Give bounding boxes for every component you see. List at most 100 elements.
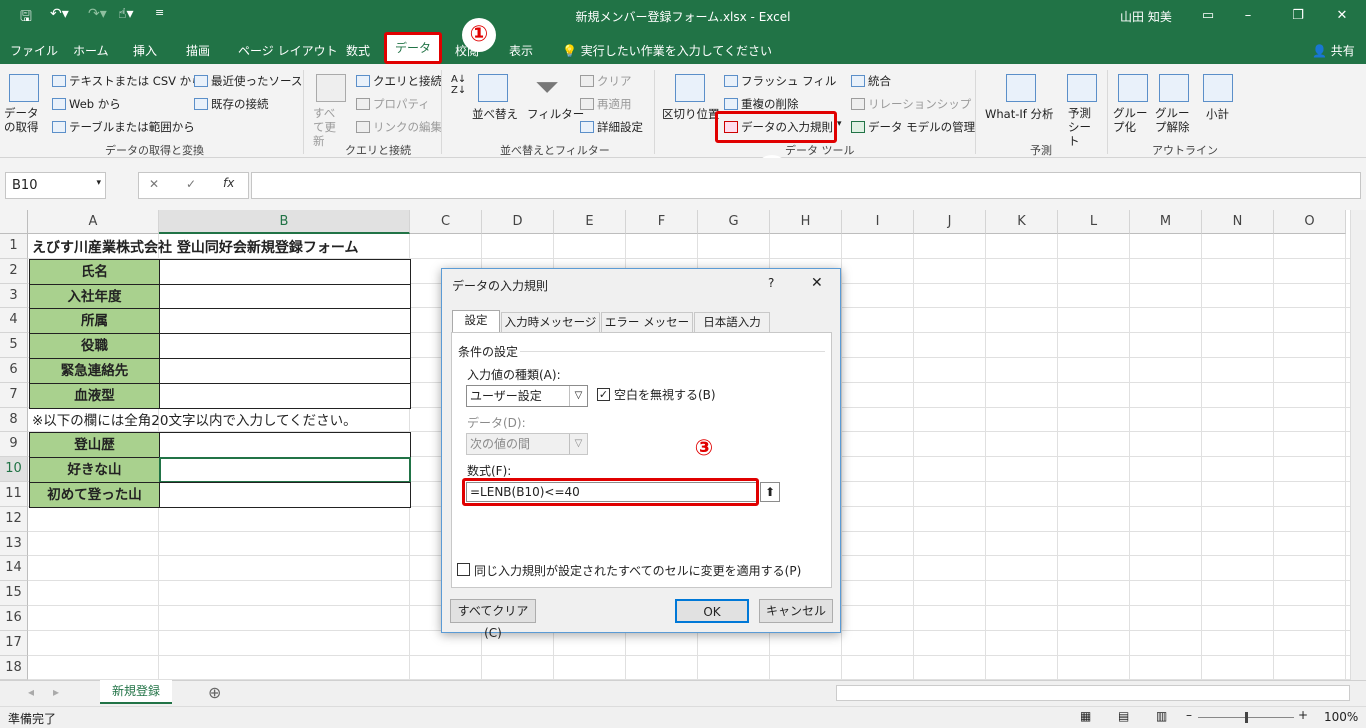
form-label-cell[interactable]: 入社年度 xyxy=(29,283,160,310)
insert-function-icon[interactable]: fx xyxy=(223,176,234,190)
input-cell[interactable] xyxy=(159,308,411,335)
row-header[interactable]: 4 xyxy=(0,308,28,334)
apply-all-checkbox[interactable] xyxy=(457,563,470,576)
row-header[interactable]: 11 xyxy=(0,482,28,507)
ignore-blank-checkbox[interactable]: ✓ xyxy=(597,388,610,401)
text-to-columns-button[interactable]: 区切り位置 xyxy=(662,106,720,122)
formula-input[interactable] xyxy=(251,172,1361,199)
column-header[interactable]: I xyxy=(842,210,914,234)
cancel-button[interactable]: キャンセル xyxy=(759,599,833,623)
tab-settings[interactable]: 設定 xyxy=(452,310,500,332)
form-label-cell[interactable]: 緊急連絡先 xyxy=(29,358,160,384)
column-header[interactable]: F xyxy=(626,210,698,234)
prev-sheet-icon[interactable]: ◂ xyxy=(28,685,34,699)
page-break-icon[interactable]: ▥ xyxy=(1156,709,1167,723)
tab-draw[interactable]: 描画 xyxy=(186,42,210,59)
tab-file[interactable]: ファイル xyxy=(10,42,58,59)
horizontal-scrollbar[interactable] xyxy=(836,685,1350,701)
select-all-corner[interactable] xyxy=(0,210,28,234)
minimize-icon[interactable]: – xyxy=(1228,4,1268,28)
vertical-scrollbar[interactable] xyxy=(1350,210,1366,680)
row-header[interactable]: 3 xyxy=(0,283,28,309)
user-name[interactable]: 山田 知美 xyxy=(1120,8,1172,25)
web-button[interactable]: Web から xyxy=(52,96,121,112)
form-label-cell[interactable]: 氏名 xyxy=(29,258,160,285)
input-cell[interactable] xyxy=(159,333,411,359)
ungroup-button[interactable]: グループ解除 xyxy=(1155,106,1195,134)
row-header[interactable]: 12 xyxy=(0,506,28,532)
relationships-button[interactable]: リレーションシップ xyxy=(851,96,971,112)
normal-view-icon[interactable]: ▦ xyxy=(1080,709,1091,723)
enter-icon[interactable]: ✓ xyxy=(186,177,196,191)
text-csv-button[interactable]: テキストまたは CSV から xyxy=(52,73,203,89)
input-cell[interactable] xyxy=(159,382,411,409)
form-title[interactable]: えびす川産業株式会社 登山同好会新規登録フォーム xyxy=(32,236,358,260)
zoom-in-icon[interactable]: + xyxy=(1298,708,1308,722)
column-header[interactable]: N xyxy=(1202,210,1274,234)
advanced-button[interactable]: 詳細設定 xyxy=(580,119,643,135)
form-label-cell[interactable]: 役職 xyxy=(29,333,160,359)
properties-button[interactable]: プロパティ xyxy=(356,96,430,112)
form-label-cell[interactable]: 登山歴 xyxy=(29,432,160,459)
column-header[interactable]: J xyxy=(914,210,986,234)
tab-page-layout[interactable]: ページ レイアウト xyxy=(238,42,338,59)
active-cell-b10[interactable] xyxy=(159,457,411,483)
tab-insert[interactable]: 挿入 xyxy=(133,42,157,59)
input-cell[interactable] xyxy=(159,283,411,310)
queries-connections-button[interactable]: クエリと接続 xyxy=(356,73,442,89)
row-header[interactable]: 18 xyxy=(0,655,28,681)
form-label-cell[interactable]: 初めて登った山 xyxy=(29,482,160,508)
remove-duplicates-button[interactable]: 重複の削除 xyxy=(724,96,799,112)
chevron-down-icon[interactable]: ▾ xyxy=(96,178,101,188)
zoom-level[interactable]: 100% xyxy=(1324,710,1358,724)
column-header[interactable]: M xyxy=(1130,210,1202,234)
tab-input-message[interactable]: 入力時メッセージ xyxy=(501,312,600,332)
flash-fill-button[interactable]: フラッシュ フィル xyxy=(724,73,836,89)
tab-formulas[interactable]: 数式 xyxy=(346,42,370,59)
form-label-cell[interactable]: 血液型 xyxy=(29,382,160,409)
allow-select[interactable]: ユーザー設定 ▽ xyxy=(466,385,588,407)
clear-all-button[interactable]: すべてクリア(C) xyxy=(450,599,536,640)
column-header[interactable]: A xyxy=(28,210,159,234)
share-button[interactable]: 👤 共有 xyxy=(1312,42,1355,59)
close-icon[interactable]: ✕ xyxy=(1322,4,1362,28)
row-header[interactable]: 6 xyxy=(0,358,28,383)
sort-button[interactable]: 並べ替え xyxy=(472,106,518,122)
group-button[interactable]: グループ化 xyxy=(1113,106,1153,134)
help-button[interactable]: ? xyxy=(768,276,774,290)
row-header[interactable]: 1 xyxy=(0,234,28,259)
name-box[interactable]: B10 ▾ xyxy=(5,172,106,199)
add-sheet-icon[interactable]: ⊕ xyxy=(208,683,221,702)
input-cell[interactable] xyxy=(159,482,411,508)
column-header[interactable]: E xyxy=(554,210,626,234)
column-header[interactable]: G xyxy=(698,210,770,234)
subtotal-button[interactable]: 小計 xyxy=(1206,106,1229,122)
data-operator-select[interactable]: 次の値の間 ▽ xyxy=(466,433,588,455)
row-header[interactable]: 7 xyxy=(0,382,28,408)
what-if-button[interactable]: What-If 分析 xyxy=(985,106,1053,122)
cancel-icon[interactable]: ✕ xyxy=(149,177,159,191)
row-header[interactable]: 5 xyxy=(0,333,28,358)
collapse-dialog-icon[interactable]: ⬆ xyxy=(760,482,780,502)
restore-icon[interactable]: ❐ xyxy=(1278,4,1318,28)
column-header[interactable]: C xyxy=(410,210,482,234)
row-header[interactable]: 14 xyxy=(0,556,28,582)
tell-me-search[interactable]: 💡 実行したい作業を入力してください xyxy=(562,42,772,59)
column-header[interactable]: L xyxy=(1058,210,1130,234)
column-header[interactable]: H xyxy=(770,210,842,234)
zoom-slider-thumb[interactable] xyxy=(1245,712,1248,723)
sheet-tab-new-registration[interactable]: 新規登録 xyxy=(100,680,172,704)
form-label-cell[interactable]: 所属 xyxy=(29,308,160,335)
row-header[interactable]: 2 xyxy=(0,258,28,284)
input-cell[interactable] xyxy=(159,358,411,384)
data-validation-dropdown-icon[interactable]: ▾ xyxy=(837,119,842,129)
input-cell[interactable] xyxy=(159,432,411,459)
sort-az-icon[interactable]: A↓ Z↓ xyxy=(451,74,466,96)
ok-button[interactable]: OK xyxy=(675,599,749,623)
recent-sources-button[interactable]: 最近使ったソース xyxy=(194,73,302,89)
row-header[interactable]: 9 xyxy=(0,432,28,458)
column-header[interactable]: K xyxy=(986,210,1058,234)
note-text[interactable]: ※以下の欄には全角20文字以内で入力してください。 xyxy=(32,409,357,433)
column-header[interactable]: D xyxy=(482,210,554,234)
row-header[interactable]: 8 xyxy=(0,407,28,433)
